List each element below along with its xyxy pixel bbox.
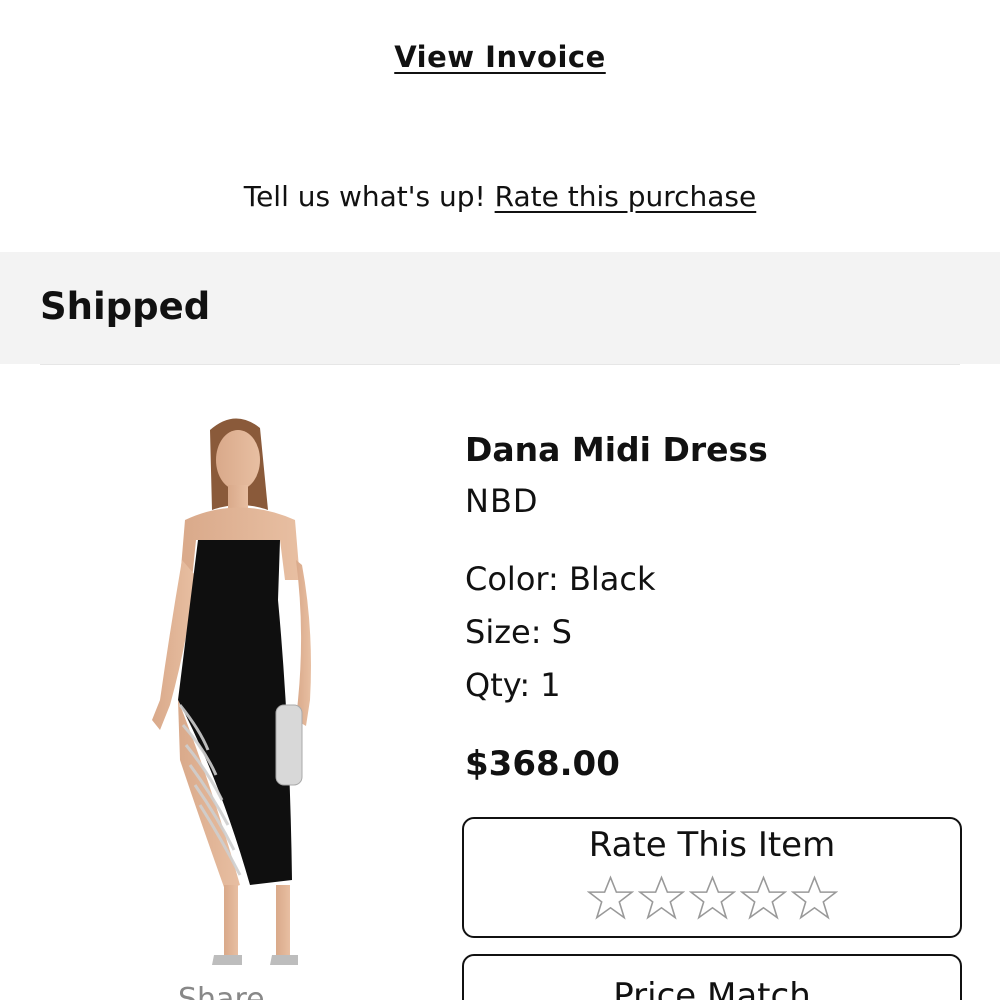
rate-purchase-link[interactable]: Rate this purchase bbox=[495, 180, 757, 213]
view-invoice-row: View Invoice bbox=[0, 40, 1000, 74]
product-brand: NBD bbox=[465, 482, 539, 520]
product-price: $368.00 bbox=[465, 744, 620, 784]
dress-model-icon bbox=[152, 418, 311, 965]
star-icon[interactable] bbox=[790, 875, 838, 921]
price-match-label: Price Match bbox=[613, 976, 811, 1000]
price-match-button[interactable]: Price Match bbox=[462, 954, 962, 1000]
share-link[interactable]: Share bbox=[178, 982, 265, 1000]
product-image[interactable] bbox=[100, 400, 380, 980]
order-status-label: Shipped bbox=[40, 285, 211, 328]
product-name[interactable]: Dana Midi Dress bbox=[465, 430, 768, 469]
star-icon[interactable] bbox=[586, 875, 634, 921]
star-icon[interactable] bbox=[688, 875, 736, 921]
rate-purchase-row: Tell us what's up! Rate this purchase bbox=[0, 180, 1000, 213]
product-qty: Qty: 1 bbox=[465, 666, 561, 704]
order-status-bar: Shipped bbox=[0, 252, 1000, 364]
rate-prompt-text: Tell us what's up! bbox=[243, 180, 486, 213]
order-detail-page: View Invoice Tell us what's up! Rate thi… bbox=[0, 0, 1000, 1000]
rate-item-title: Rate This Item bbox=[588, 825, 836, 865]
view-invoice-link[interactable]: View Invoice bbox=[394, 40, 606, 74]
product-size: Size: S bbox=[465, 613, 572, 651]
divider bbox=[40, 364, 960, 365]
star-icon[interactable] bbox=[637, 875, 685, 921]
star-icon[interactable] bbox=[739, 875, 787, 921]
product-color: Color: Black bbox=[465, 560, 656, 598]
star-rating bbox=[464, 875, 960, 921]
rate-item-box: Rate This Item bbox=[462, 817, 962, 938]
